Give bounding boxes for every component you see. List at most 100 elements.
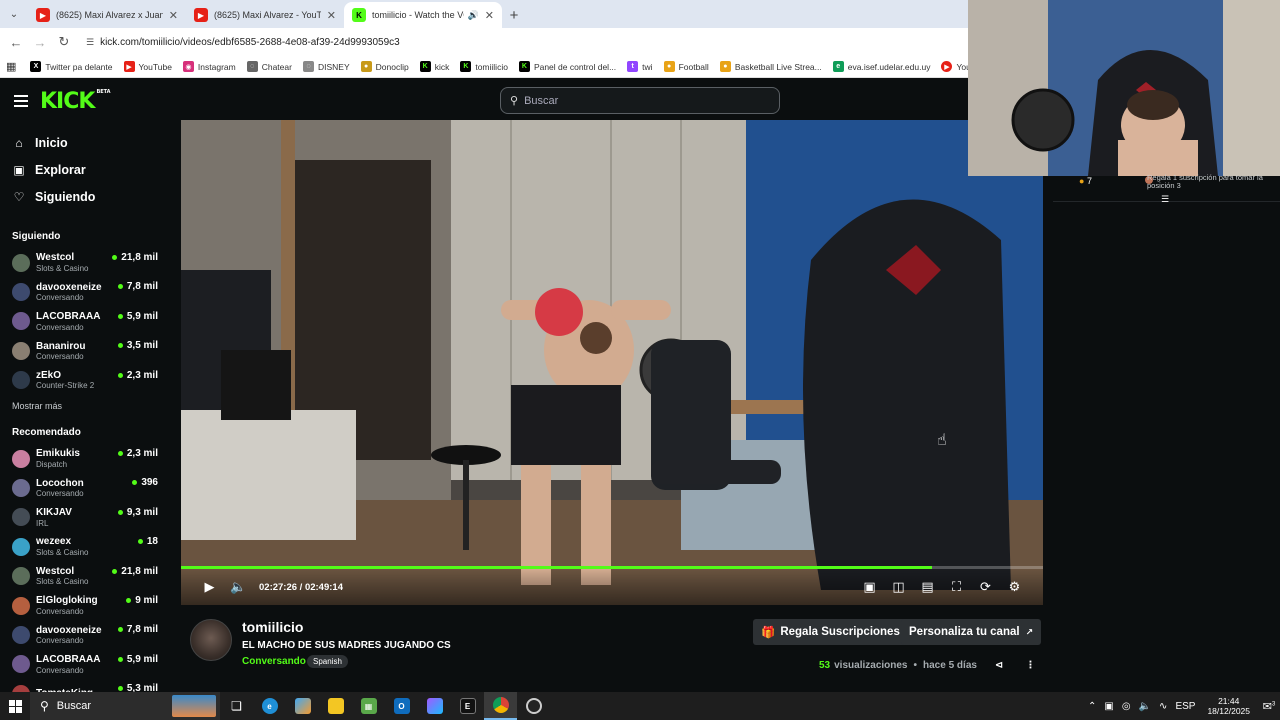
tab-search-chevron-icon[interactable]: ⌄ <box>0 0 28 28</box>
close-tab-icon[interactable]: ✕ <box>485 9 494 22</box>
bookmark-item[interactable]: t twi <box>627 61 653 72</box>
new-tab-button[interactable]: + <box>502 2 526 28</box>
browser-tab-3[interactable]: K tomiilicio - Watch the VOD 🔊 ✕ <box>344 2 502 28</box>
badge-count: 7 <box>1086 176 1092 186</box>
bookmark-item[interactable]: ● Football <box>663 61 709 72</box>
taskbar: ⚲ Buscar ❏ e ▦ O E ⌃ ▣ ◎ 🔈 ∿ ESP 21:44 1… <box>0 692 1280 720</box>
stream-category[interactable]: Conversando <box>242 656 306 667</box>
bookmark-item[interactable]: ◉ Instagram <box>182 61 236 72</box>
nav-explorar[interactable]: ▣ Explorar <box>0 156 170 183</box>
browser-tab-1[interactable]: ▶ (8625) Maxi Alvarez x Juanjo M ✕ <box>28 2 186 28</box>
search-input[interactable] <box>524 94 755 107</box>
channel-item[interactable]: Locochon Conversando 396 <box>0 473 170 502</box>
bookmark-item[interactable]: K Panel de control del... <box>518 61 616 72</box>
x-icon: X <box>30 61 42 72</box>
outlook-icon[interactable]: O <box>385 692 418 720</box>
wifi-icon[interactable]: ∿ <box>1159 701 1167 712</box>
browser-tab-2[interactable]: ▶ (8625) Maxi Alvarez - YouTube ✕ <box>186 2 344 28</box>
bookmark-item[interactable]: ▶ YouTube <box>123 61 172 72</box>
clock[interactable]: 21:44 18/12/2025 <box>1207 696 1250 716</box>
bookmark-item[interactable]: Kkick <box>419 61 450 72</box>
channel-item[interactable]: ElGlogloking Conversando 9 mil <box>0 591 170 620</box>
video-player[interactable]: ☝ ▶ 🔈 02:27:26 / 02:49:14 ▣ ◫ ▤ ⛶ ⟳ ⚙ <box>181 120 1043 605</box>
reload-icon[interactable]: ↻ <box>52 34 76 50</box>
channel-item[interactable]: LACOBRAAA Conversando 5,9 mil <box>0 307 170 336</box>
kick-logo[interactable]: KICK BETA <box>40 89 111 114</box>
bookmark-item[interactable]: X Twitter pa delante <box>30 61 113 72</box>
file-explorer-icon[interactable] <box>319 692 352 720</box>
share-icon[interactable]: ⊲ <box>995 660 1003 671</box>
customize-channel-button[interactable]: Personaliza tu canal ↗ <box>901 619 1042 645</box>
bookmark-item[interactable]: e eva.isef.udelar.edu.uy <box>832 61 930 72</box>
bookmark-item[interactable]: ◌ DISNEY <box>302 61 350 72</box>
language-indicator[interactable]: ESP <box>1175 701 1195 712</box>
channel-item[interactable]: TomateKing5,3 mil <box>0 679 170 692</box>
volume-icon[interactable]: 🔈 <box>1139 701 1151 712</box>
forward-icon[interactable]: → <box>28 35 52 50</box>
streamer-name[interactable]: tomiilicio <box>242 619 303 635</box>
chrome-icon[interactable] <box>484 692 517 720</box>
settings-gear-icon[interactable]: ⚙ <box>1000 579 1029 595</box>
miniplayer-icon[interactable]: ▣ <box>855 579 884 595</box>
channel-item[interactable]: davooxeneize Conversando 7,8 mil <box>0 620 170 649</box>
gift-sub-prompt[interactable]: Regala 1 suscripción para tomar la posic… <box>1147 173 1272 191</box>
close-tab-icon[interactable]: ✕ <box>327 9 336 22</box>
video-frame: ☝ <box>181 120 1043 605</box>
site-info-icon[interactable]: ☰ <box>86 37 94 48</box>
nav-siguiendo[interactable]: ♡ Siguiendo <box>0 183 170 210</box>
bookmark-item[interactable]: ● Donoclip <box>360 61 409 72</box>
channel-item[interactable]: Emikukis Dispatch 2,3 mil <box>0 444 170 473</box>
menu-icon[interactable] <box>14 95 28 110</box>
close-tab-icon[interactable]: ✕ <box>169 9 178 22</box>
channel-item[interactable]: KIKJAV IRL 9,3 mil <box>0 503 170 532</box>
views-count: 53 <box>819 660 831 671</box>
playback-speed-icon[interactable]: ⟳ <box>971 579 1000 595</box>
channel-category: Slots & Casino <box>36 577 89 587</box>
bookmark-item[interactable]: ◌ Chatear <box>246 61 292 72</box>
taskbar-search[interactable]: ⚲ Buscar <box>30 692 220 720</box>
more-options-icon[interactable]: ⋮ <box>1025 660 1035 671</box>
theater-mode-icon[interactable]: ▤ <box>913 579 942 595</box>
chevron-up-icon[interactable]: ⌃ <box>1088 701 1096 712</box>
channel-item[interactable]: davooxeneize Conversando 7,8 mil <box>0 277 170 306</box>
windows-start-icon[interactable] <box>0 699 30 713</box>
volume-icon[interactable]: 🔈 <box>224 579 253 595</box>
edge-icon[interactable]: e <box>253 692 286 720</box>
clip-icon[interactable]: ◫ <box>884 579 913 595</box>
bookmark-label: kick <box>434 61 450 72</box>
channel-item[interactable]: LACOBRAAA Conversando 5,9 mil <box>0 650 170 679</box>
viewer-count-value: 5,3 mil <box>126 683 158 692</box>
figma-icon[interactable] <box>418 692 451 720</box>
channel-category: Conversando <box>36 322 84 332</box>
play-icon[interactable]: ▶ <box>195 579 224 595</box>
duration: 02:49:14 <box>304 581 343 593</box>
epic-games-icon[interactable]: E <box>451 692 484 720</box>
store-icon[interactable]: ▦ <box>352 692 385 720</box>
channel-item[interactable]: Westcol Slots & Casino 21,8 mil <box>0 248 170 277</box>
copilot-icon[interactable] <box>286 692 319 720</box>
camera-icon[interactable]: ▣ <box>1104 701 1113 712</box>
fullscreen-icon[interactable]: ⛶ <box>942 579 971 595</box>
channel-item[interactable]: zEkO Counter-Strike 2 2,3 mil <box>0 366 170 395</box>
show-more-link[interactable]: Mostrar más <box>0 401 170 411</box>
task-view-icon[interactable]: ❏ <box>220 692 253 720</box>
bookmark-item[interactable]: Ktomiilicio <box>460 61 508 72</box>
streamer-avatar[interactable] <box>190 619 232 661</box>
nav-inicio[interactable]: ⌂ Inicio <box>0 129 170 156</box>
channel-item[interactable]: wezeex Slots & Casino 18 <box>0 532 170 561</box>
notifications-icon[interactable]: ✉3 <box>1258 700 1280 713</box>
language-tag[interactable]: Spanish <box>307 655 348 668</box>
microphone-icon[interactable]: ◎ <box>1122 701 1131 712</box>
obs-icon[interactable] <box>517 692 550 720</box>
search-box[interactable]: ⚲ <box>500 87 780 114</box>
url-field[interactable]: ☰ kick.com/tomiilicio/videos/edbf6585-26… <box>86 37 400 48</box>
back-icon[interactable]: ← <box>4 35 28 50</box>
gift-subs-button[interactable]: 🎁 Regala Suscripciones <box>753 619 908 645</box>
channel-item[interactable]: Westcol Slots & Casino 21,8 mil <box>0 562 170 591</box>
apps-icon[interactable]: ▦ <box>6 60 16 73</box>
channel-item[interactable]: Bananirou Conversando 3,5 mil <box>0 336 170 365</box>
speaker-icon[interactable]: 🔊 <box>468 10 479 21</box>
channel-category: Conversando <box>36 489 84 499</box>
collapse-icon[interactable]: ☰ <box>1161 194 1169 205</box>
bookmark-item[interactable]: ● Basketball Live Strea... <box>719 61 822 72</box>
